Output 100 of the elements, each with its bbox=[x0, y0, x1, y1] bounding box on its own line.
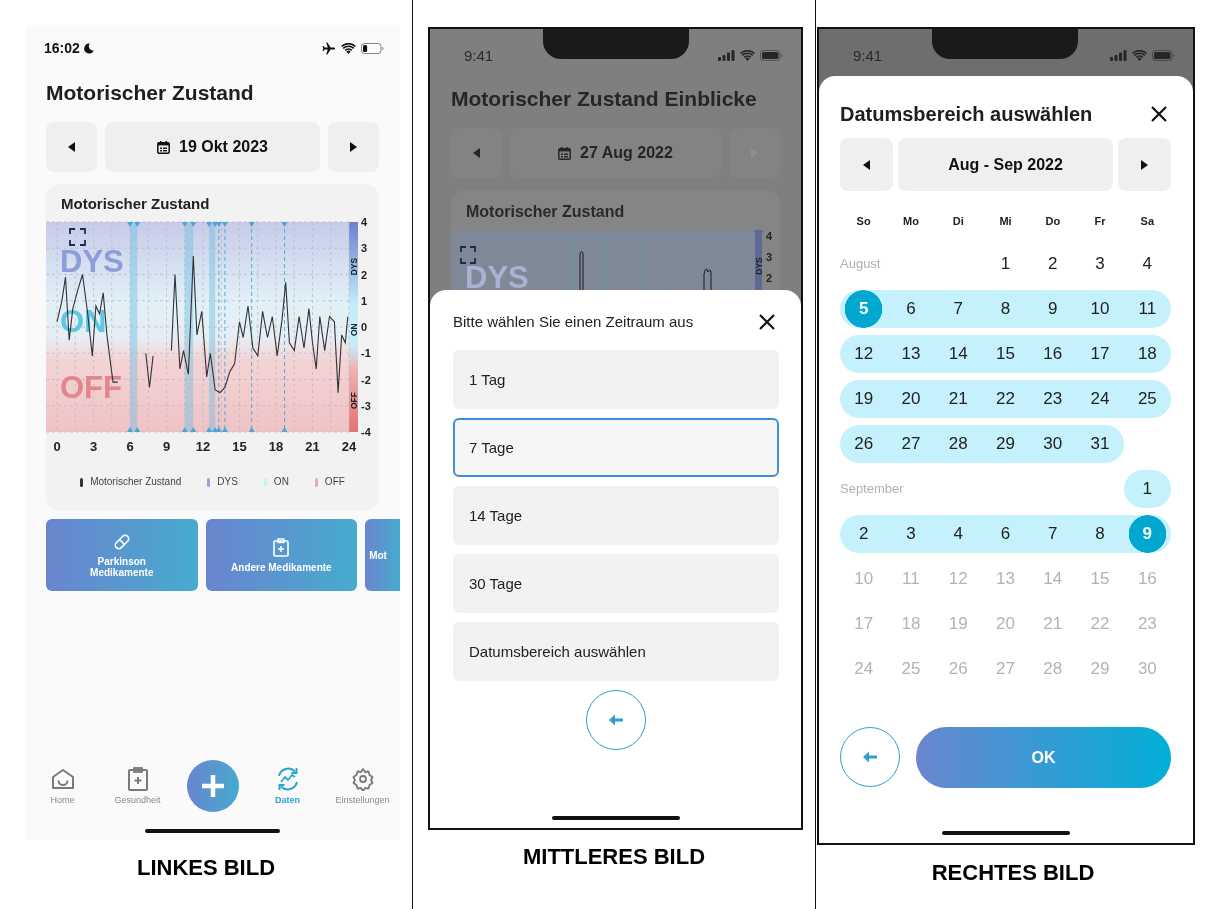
period-option[interactable]: Datumsbereich auswählen bbox=[453, 622, 779, 681]
calendar-day[interactable]: 23 bbox=[1029, 379, 1077, 418]
calendar-day[interactable]: 4 bbox=[934, 514, 982, 553]
y-axis-label: -2 bbox=[361, 373, 371, 386]
calendar-day[interactable]: 8 bbox=[981, 289, 1030, 328]
calendar-day: 17 bbox=[840, 604, 888, 643]
signal-icon bbox=[1110, 49, 1127, 61]
calendar-day[interactable]: 19 bbox=[840, 379, 888, 418]
battery-icon bbox=[1152, 49, 1175, 61]
calendar-day[interactable]: 25 bbox=[1123, 379, 1171, 418]
calendar-day: 24 bbox=[840, 649, 888, 688]
calendar-day[interactable]: 1 bbox=[981, 244, 1030, 283]
calendar-day[interactable]: 21 bbox=[934, 379, 982, 418]
calendar-day[interactable]: 26 bbox=[840, 424, 888, 463]
calendar-day[interactable]: 7 bbox=[934, 289, 982, 328]
date-button[interactable]: 27 Aug 2022 bbox=[510, 128, 721, 178]
calendar-day[interactable]: 31 bbox=[1076, 424, 1124, 463]
y-axis-label: 4 bbox=[361, 216, 368, 228]
calendar-day[interactable]: 10 bbox=[1076, 289, 1124, 328]
zone-bar-label: DYS bbox=[753, 257, 764, 275]
calendar-day[interactable]: 20 bbox=[887, 379, 935, 418]
expand-icon[interactable] bbox=[460, 246, 476, 264]
calendar-day[interactable]: 6 bbox=[981, 514, 1030, 553]
period-option[interactable]: 1 Tag bbox=[453, 350, 779, 409]
calendar-day[interactable]: 28 bbox=[934, 424, 982, 463]
calendar-day[interactable]: 30 bbox=[1029, 424, 1077, 463]
weekday-label: Sa bbox=[1139, 214, 1156, 229]
calendar-day[interactable]: 24 bbox=[1076, 379, 1124, 418]
calendar-day[interactable]: 4 bbox=[1123, 244, 1171, 283]
calendar-day: 20 bbox=[981, 604, 1030, 643]
tab-item[interactable]: Home bbox=[25, 767, 100, 805]
period-option[interactable]: 14 Tage bbox=[453, 486, 779, 545]
pill-icon bbox=[112, 532, 131, 551]
weekday-label: Fr bbox=[1093, 214, 1107, 229]
calendar-day[interactable]: 16 bbox=[1029, 334, 1077, 373]
signal-icon bbox=[718, 49, 735, 61]
add-button[interactable] bbox=[186, 760, 239, 812]
plus-icon bbox=[200, 774, 225, 798]
calendar-day[interactable]: 27 bbox=[887, 424, 935, 463]
caret-right-icon bbox=[350, 142, 357, 152]
airplane-icon bbox=[322, 41, 336, 55]
wifi-icon bbox=[1132, 49, 1147, 61]
calendar-day[interactable]: 18 bbox=[1123, 334, 1171, 373]
calendar-day[interactable]: 8 bbox=[1076, 514, 1124, 553]
y-axis-label: -3 bbox=[361, 399, 371, 412]
x-axis-label: 12 bbox=[195, 439, 211, 454]
status-time: 16:02 bbox=[44, 40, 80, 56]
tab-item[interactable]: Gesundheit bbox=[100, 767, 175, 805]
x-axis-label: 0 bbox=[53, 439, 61, 454]
calendar-day: 16 bbox=[1123, 559, 1171, 598]
calendar-day[interactable]: 6 bbox=[887, 289, 935, 328]
calendar-day: 29 bbox=[1076, 649, 1124, 688]
image-caption: LINKES BILD bbox=[135, 854, 277, 882]
home-icon bbox=[50, 767, 75, 791]
y-axis-label: 3 bbox=[766, 251, 773, 263]
tab-item[interactable]: Einstellungen bbox=[325, 767, 400, 805]
calendar-day[interactable]: 11 bbox=[1123, 289, 1171, 328]
calendar-day: 19 bbox=[934, 604, 982, 643]
weekday-label: Mo bbox=[901, 214, 920, 229]
caret-left-icon bbox=[473, 148, 480, 158]
calendar-day: 23 bbox=[1123, 604, 1171, 643]
battery-icon bbox=[760, 49, 783, 61]
calendar-day[interactable]: 13 bbox=[887, 334, 935, 373]
calendar-day[interactable]: 29 bbox=[981, 424, 1030, 463]
x-axis-label: 21 bbox=[305, 439, 320, 454]
calendar-day[interactable]: 3 bbox=[887, 514, 935, 553]
calendar-day[interactable]: 15 bbox=[981, 334, 1030, 373]
battery-icon bbox=[361, 42, 384, 54]
close-icon bbox=[1151, 106, 1167, 122]
calendar-day: 15 bbox=[1076, 559, 1124, 598]
sheet-title: Bitte wählen Sie einen Zeitraum aus bbox=[453, 312, 695, 332]
calendar-day[interactable]: 1 bbox=[1123, 469, 1171, 508]
back-button[interactable] bbox=[586, 690, 646, 750]
moon-icon bbox=[83, 42, 94, 54]
zone-bar-label: ON bbox=[348, 323, 359, 336]
x-axis-label: 3 bbox=[89, 439, 98, 454]
calendar-day[interactable]: 22 bbox=[981, 379, 1030, 418]
calendar-day[interactable]: 2 bbox=[1029, 244, 1077, 283]
zone-label: DYS bbox=[60, 243, 124, 279]
y-axis-label: -1 bbox=[361, 347, 371, 360]
page-title: Motorischer Zustand Einblicke bbox=[450, 86, 758, 111]
calendar-day[interactable]: 14 bbox=[934, 334, 982, 373]
calendar-day: 21 bbox=[1029, 604, 1077, 643]
calendar-day: 11 bbox=[887, 559, 935, 598]
period-option[interactable]: 7 Tage bbox=[453, 418, 779, 477]
legend-label: DYS bbox=[217, 475, 238, 489]
calendar-day[interactable]: 3 bbox=[1076, 244, 1124, 283]
card-title: Motorischer Zustand bbox=[60, 196, 211, 212]
period-option[interactable]: 30 Tage bbox=[453, 554, 779, 613]
expand-icon[interactable] bbox=[69, 228, 86, 246]
back-button[interactable] bbox=[840, 727, 900, 787]
calendar-day[interactable]: 17 bbox=[1076, 334, 1124, 373]
calendar-day[interactable]: 9 bbox=[1029, 289, 1077, 328]
date-button[interactable]: 19 Okt 2023 bbox=[105, 122, 320, 172]
calendar-day[interactable]: 12 bbox=[840, 334, 888, 373]
x-axis-label: 6 bbox=[126, 439, 134, 454]
calendar-day[interactable]: 7 bbox=[1029, 514, 1077, 553]
calendar-day[interactable]: 2 bbox=[840, 514, 888, 553]
month-range-button[interactable]: Aug - Sep 2022 bbox=[898, 138, 1113, 191]
x-axis-label: 18 bbox=[268, 439, 284, 454]
